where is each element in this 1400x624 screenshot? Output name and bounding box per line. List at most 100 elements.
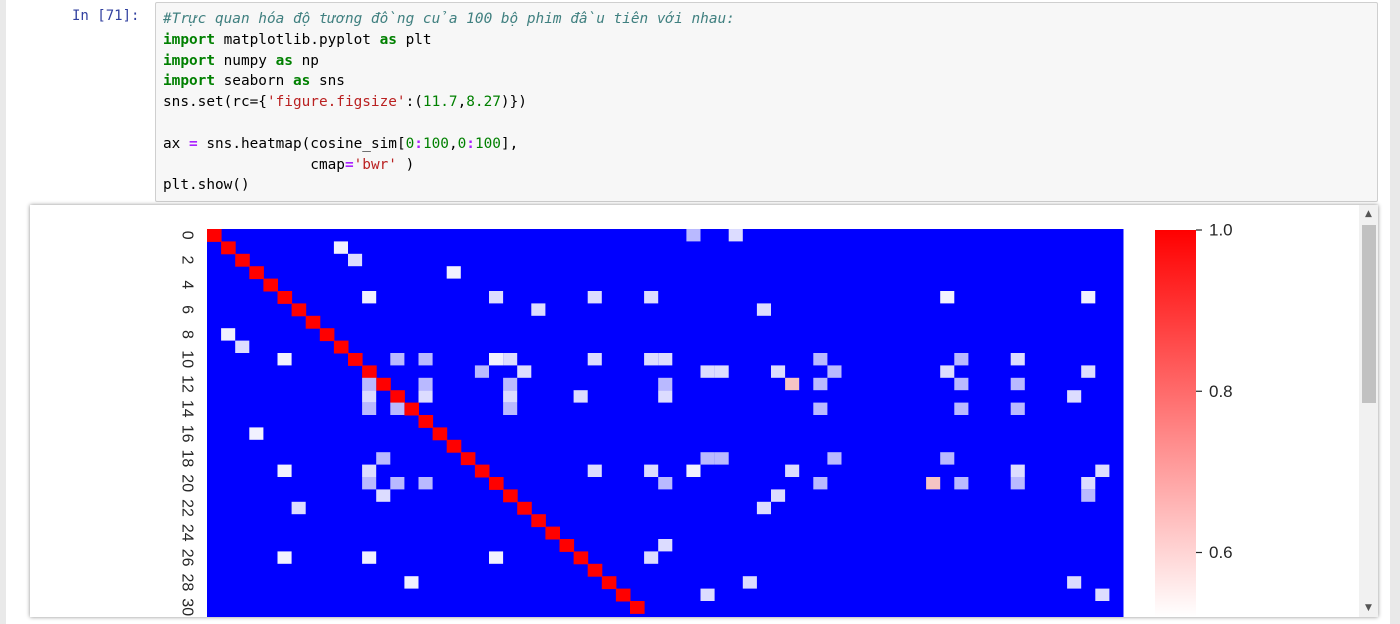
heatmap-cell-diagonal [249, 266, 264, 280]
heatmap-cell [940, 452, 955, 465]
heatmap-cell [954, 402, 969, 415]
alias-sns: sns [310, 73, 345, 90]
heatmap-cell-diagonal [319, 328, 335, 342]
heatmap-cell [940, 365, 955, 378]
heatmap-cell [686, 229, 701, 242]
heatmap-cell [954, 353, 969, 366]
heatmap-cell-diagonal [460, 452, 476, 466]
heatmap-cell-diagonal [432, 427, 448, 441]
code-input-area[interactable]: #Trực quan hóa độ tương đồng của 100 bộ … [155, 2, 1378, 202]
heatmap-cell-diagonal [207, 229, 222, 242]
scroll-up-arrow-icon[interactable]: ▲ [1359, 207, 1378, 221]
kw-import: import [163, 31, 215, 48]
heatmap-cell [658, 390, 673, 403]
heatmap-cell [249, 427, 264, 440]
heatmap-cell [954, 377, 969, 391]
y-tick-label: 28 [179, 574, 196, 592]
heatmap-cell [1067, 576, 1082, 589]
scroll-down-arrow-icon[interactable]: ▼ [1359, 601, 1378, 615]
colorbar [1155, 230, 1196, 617]
colorbar-tick-label: 0.6 [1209, 543, 1233, 562]
heatmap-cell [644, 464, 659, 477]
heatmap-cell [940, 291, 955, 304]
heatmap-cell [813, 353, 828, 366]
colon-op-2: : [466, 135, 475, 152]
y-tick-label: 26 [179, 549, 196, 567]
heatmap-cell [644, 291, 659, 304]
heatmap-cell-diagonal [305, 315, 321, 329]
heatmap-cell [658, 353, 673, 366]
heatmap-cell-diagonal [489, 477, 504, 490]
heatmap-cell [813, 402, 828, 415]
heatmap-cell [587, 464, 602, 477]
y-tick-label: 16 [179, 425, 196, 443]
heatmap-cell [503, 353, 518, 366]
comma: , [457, 94, 467, 111]
module-numpy: numpy [214, 52, 276, 69]
heatmap-cell [348, 253, 363, 267]
heatmap-cell [714, 452, 729, 465]
heatmap-cell [531, 303, 546, 316]
heatmap-cell [756, 303, 771, 316]
heatmap-cell-diagonal [630, 601, 645, 614]
y-tick-label: 30 [179, 598, 196, 616]
bracket-close: ], [500, 135, 519, 152]
heatmap-cell-diagonal [362, 365, 377, 379]
heatmap-cell-diagonal [615, 588, 631, 602]
heatmap-cell [1095, 588, 1110, 601]
heatmap-cell-diagonal [545, 526, 560, 540]
heatmap-cell [1067, 390, 1082, 403]
y-tick-label: 10 [179, 350, 196, 368]
colorbar-tick-label: 0.8 [1209, 382, 1233, 401]
num-100a: 100 [422, 135, 449, 152]
fig-width: 11.7 [422, 94, 458, 111]
heatmap-cell [235, 340, 250, 353]
heatmap-cell [362, 477, 377, 490]
heatmap-cell [813, 377, 828, 391]
ax-var: ax [163, 135, 189, 152]
heatmap-cell [1010, 402, 1025, 415]
plt-show: plt.show() [163, 177, 250, 194]
heatmap-cell [1081, 291, 1096, 304]
heatmap-cell [700, 588, 715, 601]
heatmap-cell [926, 477, 941, 490]
heatmap-cell-diagonal [601, 576, 617, 590]
num-0b: 0 [457, 135, 467, 152]
kw-as: as [379, 31, 397, 48]
cmap-value: 'bwr' [353, 156, 397, 173]
heatmap-cell [418, 390, 433, 403]
y-tick-label: 6 [179, 305, 196, 314]
y-tick-label: 20 [179, 474, 196, 492]
heatmap-cell-diagonal [531, 514, 546, 528]
heatmap-cell [771, 489, 786, 502]
heatmap-cell-diagonal [348, 353, 363, 366]
sns-set-close: )}) [500, 94, 527, 111]
heatmap-cell [1081, 365, 1096, 378]
y-tick-label: 0 [179, 231, 196, 240]
heatmap-cell [503, 377, 518, 391]
num-100b: 100 [474, 135, 501, 152]
heatmap-cell-diagonal [221, 241, 236, 255]
heatmap-cell [1010, 477, 1025, 490]
heatmap-cell-diagonal [517, 501, 532, 515]
heatmap-cell-diagonal [404, 402, 419, 416]
heatmap-cell-diagonal [573, 551, 589, 565]
heatmap-cell [489, 291, 504, 304]
heatmap-cell [700, 365, 715, 378]
fig-height: 8.27 [466, 94, 501, 111]
colon-paren: :( [405, 94, 423, 111]
heatmap-cell [728, 229, 743, 242]
heatmap-cell [686, 464, 701, 477]
y-tick-label: 8 [179, 330, 196, 339]
heatmap-cell-diagonal [277, 291, 293, 304]
heatmap-cell [771, 365, 786, 378]
heatmap-cell [658, 539, 673, 552]
heatmap-cell [362, 377, 377, 391]
y-tick-label: 18 [179, 450, 196, 468]
heatmap-cell [1010, 353, 1025, 366]
output-area[interactable]: 0 2 4 6 8 10 12 14 16 18 20 22 24 26 28 30 1.0 0.8 0.6 ▲ ▼ [30, 205, 1378, 617]
heatmap-cell [1081, 489, 1096, 502]
heatmap-cell [785, 377, 800, 391]
output-scrollbar[interactable]: ▲ ▼ [1359, 205, 1378, 617]
scroll-thumb[interactable] [1362, 225, 1376, 403]
